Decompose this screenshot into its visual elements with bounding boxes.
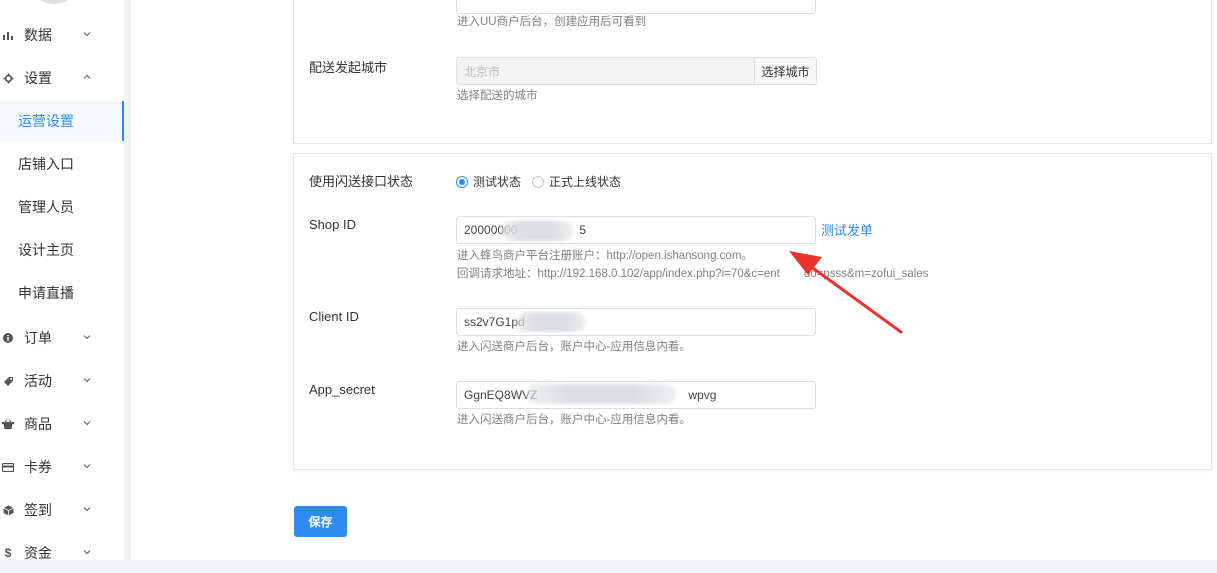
gear-icon bbox=[2, 72, 14, 84]
callback-url-tail: do=psss&m=zofui_sales bbox=[803, 268, 929, 280]
chevron-down-icon bbox=[82, 461, 94, 473]
chevron-down-icon bbox=[82, 29, 94, 41]
sidebar-item-label: 商品 bbox=[24, 416, 52, 432]
radio-live-status[interactable]: 正式上线状态 bbox=[532, 173, 621, 190]
radio-label: 正式上线状态 bbox=[549, 175, 622, 189]
sidebar-item-label: 签到 bbox=[24, 502, 52, 518]
sidebar-item-settings[interactable]: 设置 bbox=[0, 58, 124, 98]
sidebar-item-activities[interactable]: 活动 bbox=[0, 361, 124, 401]
chevron-down-icon bbox=[82, 418, 94, 430]
status-label: 使用闪送接口状态 bbox=[309, 174, 414, 189]
client-id-label: Client ID bbox=[309, 309, 359, 324]
city-input[interactable]: 北京市 bbox=[456, 57, 754, 85]
main-content: 进入UU商户后台，创建应用后可看到 配送发起城市 北京市 选择城市 选择配送的城… bbox=[131, 0, 1217, 560]
sidebar-subitem-label: 设计主页 bbox=[18, 242, 74, 258]
shop-id-label: Shop ID bbox=[309, 217, 356, 232]
radio-label: 测试状态 bbox=[473, 175, 522, 189]
avatar[interactable] bbox=[36, 0, 72, 4]
radio-dot bbox=[456, 175, 468, 188]
sidebar-subitem-apply-live[interactable]: 申请直播 bbox=[0, 273, 124, 313]
client-id-input[interactable]: ss2v7G1pd bbox=[456, 308, 816, 336]
sidebar-subitem-operation-settings[interactable]: 运营设置 bbox=[0, 101, 124, 141]
sidebar-item-coupons[interactable]: 卡券 bbox=[0, 447, 124, 487]
save-button[interactable]: 保存 bbox=[294, 506, 347, 537]
uu-app-help: 进入UU商户后台，创建应用后可看到 bbox=[457, 16, 647, 28]
chevron-down-icon bbox=[82, 375, 94, 387]
city-label: 配送发起城市 bbox=[309, 60, 388, 75]
radio-dot bbox=[532, 175, 544, 188]
sidebar-item-label: 资金 bbox=[24, 545, 52, 561]
callback-url-help: 回调请求地址：http://192.168.0.102/app/index.ph… bbox=[457, 265, 929, 281]
callback-url-text: 回调请求地址：http://192.168.0.102/app/index.ph… bbox=[457, 268, 780, 280]
redaction-blur bbox=[501, 221, 573, 241]
bar-chart-icon bbox=[2, 29, 14, 41]
chevron-down-icon bbox=[82, 547, 94, 559]
sidebar-subitem-shop-entry[interactable]: 店铺入口 bbox=[0, 144, 124, 184]
chevron-down-icon bbox=[82, 332, 94, 344]
sidebar-item-label: 活动 bbox=[24, 373, 52, 389]
city-help: 选择配送的城市 bbox=[457, 90, 538, 102]
sidebar-subitem-design-homepage[interactable]: 设计主页 bbox=[0, 230, 124, 270]
sidebar-item-orders[interactable]: 订单 bbox=[0, 318, 124, 358]
sidebar-item-label: 设置 bbox=[24, 70, 52, 86]
sidebar-subitem-label: 运营设置 bbox=[18, 113, 74, 129]
sidebar-item-checkin[interactable]: 签到 bbox=[0, 490, 124, 530]
app-secret-help: 进入闪送商户后台，账户中心-应用信息内看。 bbox=[457, 414, 691, 426]
chevron-up-icon bbox=[82, 72, 94, 84]
chevron-down-icon bbox=[82, 504, 94, 516]
uu-app-field[interactable] bbox=[456, 0, 816, 14]
sidebar-item-products[interactable]: 商品 bbox=[0, 404, 124, 444]
sidebar: 数据 设置 运营设置 店铺入口 管理人员 设计主页 申请直播 订单 活动 商品 … bbox=[0, 0, 124, 561]
sidebar-item-label: 数据 bbox=[24, 27, 52, 43]
box-icon bbox=[2, 504, 14, 516]
tag-icon bbox=[2, 375, 14, 387]
sidebar-item-data[interactable]: 数据 bbox=[0, 15, 124, 55]
card-icon bbox=[2, 461, 14, 473]
radio-test-status[interactable]: 测试状态 bbox=[456, 173, 521, 190]
sidebar-subitem-label: 申请直播 bbox=[18, 285, 74, 301]
info-circle-icon bbox=[2, 332, 14, 344]
sidebar-item-label: 卡券 bbox=[24, 459, 52, 475]
test-order-link[interactable]: 测试发单 bbox=[821, 220, 873, 239]
sidebar-subitem-managers[interactable]: 管理人员 bbox=[0, 187, 124, 227]
basket-icon bbox=[2, 418, 14, 430]
client-id-help: 进入闪送商户后台，账户中心-应用信息内看。 bbox=[457, 341, 691, 353]
sidebar-item-label: 订单 bbox=[24, 330, 52, 346]
app-secret-value-tail: wpvg bbox=[688, 388, 717, 402]
app-secret-label: App_secret bbox=[309, 382, 375, 397]
shop-id-value-tail: 5 bbox=[579, 223, 587, 237]
select-city-button[interactable]: 选择城市 bbox=[754, 57, 817, 85]
sidebar-item-funds[interactable]: $ 资金 bbox=[0, 533, 124, 573]
sidebar-subitem-label: 管理人员 bbox=[18, 199, 74, 215]
redaction-blur bbox=[516, 312, 586, 332]
dollar-icon: $ bbox=[4, 546, 12, 560]
shop-id-help: 进入蜂鸟商户平台注册账户：http://open.ishansong.com。 bbox=[457, 250, 753, 262]
sidebar-subitem-label: 店铺入口 bbox=[18, 156, 74, 172]
redaction-blur bbox=[526, 384, 676, 404]
